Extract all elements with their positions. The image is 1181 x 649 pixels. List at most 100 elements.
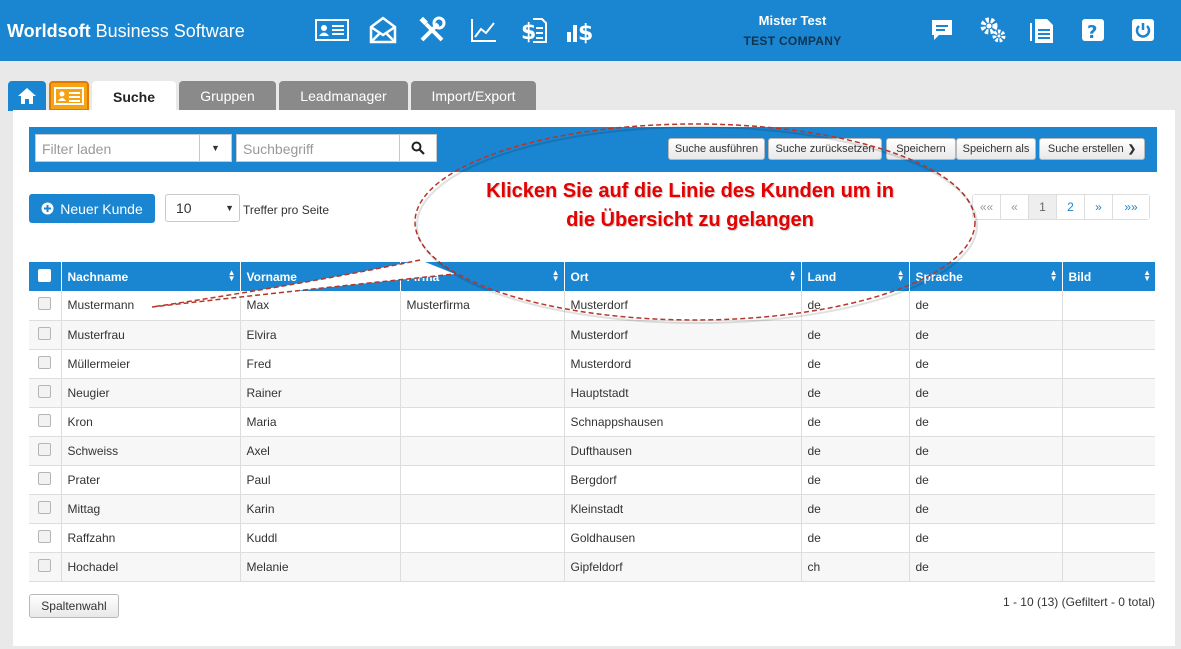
row-select-cell[interactable] xyxy=(29,523,62,553)
table-cell: Maria xyxy=(240,407,401,437)
row-select-cell[interactable] xyxy=(29,378,62,408)
create-search-button[interactable]: Suche erstellen ❯ xyxy=(1039,138,1145,160)
filter-select[interactable]: Filter laden xyxy=(35,134,200,162)
mail-icon[interactable] xyxy=(366,14,400,46)
column-header[interactable]: Ort ▲ ▼ xyxy=(564,262,802,291)
row-select-cell[interactable] xyxy=(29,407,62,437)
row-checkbox[interactable] xyxy=(38,558,52,572)
table-cell: de xyxy=(909,523,1063,553)
column-select-button[interactable]: Spaltenwahl xyxy=(29,594,119,618)
per-page-select[interactable]: 10 ▼ xyxy=(165,194,240,222)
row-checkbox[interactable] xyxy=(38,413,52,427)
row-checkbox[interactable] xyxy=(38,500,52,514)
tab-leadmanager[interactable]: Leadmanager xyxy=(279,81,408,111)
svg-text:$: $ xyxy=(578,21,593,45)
settings-icon[interactable] xyxy=(976,14,1010,46)
table-row[interactable]: Mustermann Max Musterfirma Musterdorf de de xyxy=(29,291,1155,321)
table-cell xyxy=(400,320,565,350)
row-checkbox[interactable] xyxy=(38,529,52,543)
pager-page-1[interactable]: 1 xyxy=(1029,195,1057,219)
row-select-cell[interactable] xyxy=(29,320,62,350)
reset-search-button[interactable]: Suche zurücksetzen xyxy=(768,138,882,160)
select-all-header[interactable] xyxy=(29,262,62,291)
invoice-icon[interactable]: $ xyxy=(516,14,550,46)
table-row[interactable]: Raffzahn Kuddl Goldhausen de de xyxy=(29,523,1155,553)
table-cell: Rainer xyxy=(240,378,401,408)
caret-down-icon: ▼ xyxy=(211,143,220,153)
tab-contacts[interactable] xyxy=(49,81,89,111)
table-cell xyxy=(400,465,565,495)
pager-next[interactable]: » xyxy=(1085,195,1113,219)
chart-icon[interactable] xyxy=(466,14,500,46)
search-input[interactable]: Suchbegriff xyxy=(236,134,400,162)
table-cell: Raffzahn xyxy=(61,523,241,553)
row-checkbox[interactable] xyxy=(38,297,52,311)
search-button[interactable] xyxy=(399,134,437,162)
row-select-cell[interactable] xyxy=(29,291,62,321)
table-cell xyxy=(1062,349,1155,379)
table-cell: de xyxy=(801,320,910,350)
save-button[interactable]: Speichern xyxy=(886,138,956,160)
power-icon[interactable] xyxy=(1126,14,1160,46)
row-checkbox[interactable] xyxy=(38,326,52,340)
row-select-cell[interactable] xyxy=(29,349,62,379)
table-cell: Schweiss xyxy=(61,436,241,466)
tab-gruppen[interactable]: Gruppen xyxy=(179,81,276,111)
row-select-cell[interactable] xyxy=(29,552,62,582)
tools-icon[interactable] xyxy=(415,14,449,46)
table-row[interactable]: Müllermeier Fred Musterdord de de xyxy=(29,349,1155,379)
row-checkbox[interactable] xyxy=(38,471,52,485)
pager-last[interactable]: »» xyxy=(1113,195,1149,219)
table-row[interactable]: Hochadel Melanie Gipfeldorf ch de xyxy=(29,552,1155,582)
table-row[interactable]: Mittag Karin Kleinstadt de de xyxy=(29,494,1155,524)
new-customer-button[interactable]: Neuer Kunde xyxy=(29,194,155,223)
pager-page-2[interactable]: 2 xyxy=(1057,195,1085,219)
column-header[interactable]: Firma ▲ ▼ xyxy=(400,262,565,291)
filter-dropdown-button[interactable]: ▼ xyxy=(199,134,232,162)
documents-icon[interactable] xyxy=(1026,14,1060,46)
select-all-checkbox[interactable] xyxy=(38,268,52,282)
table-cell: Kleinstadt xyxy=(564,494,802,524)
tab-import-export[interactable]: Import/Export xyxy=(411,81,536,111)
tab-suche[interactable]: Suche xyxy=(92,81,176,113)
table-row[interactable]: Kron Maria Schnappshausen de de xyxy=(29,407,1155,437)
column-header[interactable]: Bild ▲ ▼ xyxy=(1062,262,1155,291)
sort-icon: ▲ ▼ xyxy=(896,268,905,283)
row-select-cell[interactable] xyxy=(29,436,62,466)
dollar-chart-icon[interactable]: $ xyxy=(565,14,599,46)
table-row[interactable]: Neugier Rainer Hauptstadt de de xyxy=(29,378,1155,408)
column-header[interactable]: Land ▲ ▼ xyxy=(801,262,910,291)
table-cell xyxy=(400,407,565,437)
pager-prev[interactable]: « xyxy=(1001,195,1029,219)
table-cell: Neugier xyxy=(61,378,241,408)
sort-icon: ▲ ▼ xyxy=(1143,268,1151,283)
sort-icon: ▲ ▼ xyxy=(551,268,560,283)
sort-icon: ▲ ▼ xyxy=(227,268,236,283)
row-checkbox[interactable] xyxy=(38,355,52,369)
row-checkbox[interactable] xyxy=(38,384,52,398)
column-header[interactable]: Nachname ▲ ▼ xyxy=(61,262,241,291)
pager-first[interactable]: «« xyxy=(973,195,1001,219)
table-cell xyxy=(1062,407,1155,437)
table-cell: de xyxy=(909,291,1063,321)
row-select-cell[interactable] xyxy=(29,494,62,524)
table-row[interactable]: Schweiss Axel Dufthausen de de xyxy=(29,436,1155,466)
table-cell: Musterdorf xyxy=(564,291,802,321)
table-cell: ch xyxy=(801,552,910,582)
column-header[interactable]: Sprache ▲ ▼ xyxy=(909,262,1063,291)
table-row[interactable]: Musterfrau Elvira Musterdorf de de xyxy=(29,320,1155,350)
execute-search-button[interactable]: Suche ausführen xyxy=(668,138,765,160)
tab-home[interactable] xyxy=(8,81,46,111)
chat-icon[interactable] xyxy=(925,14,959,46)
user-name: Mister Test xyxy=(758,13,827,28)
row-select-cell[interactable] xyxy=(29,465,62,495)
contacts-card-icon[interactable] xyxy=(315,14,349,46)
column-header[interactable]: Vorname ▲ ▼ xyxy=(240,262,401,291)
table-row[interactable]: Prater Paul Bergdorf de de xyxy=(29,465,1155,495)
help-icon[interactable]: ? xyxy=(1076,14,1110,46)
row-checkbox[interactable] xyxy=(38,442,52,456)
table-cell: de xyxy=(909,552,1063,582)
table-cell: de xyxy=(909,465,1063,495)
save-as-button[interactable]: Speichern als xyxy=(956,138,1036,160)
table-cell: de xyxy=(801,349,910,379)
